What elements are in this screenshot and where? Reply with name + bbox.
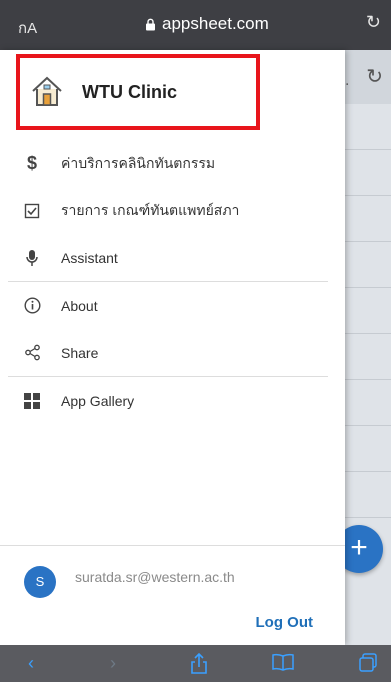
menu-item-label: App Gallery: [61, 392, 135, 409]
reader-button[interactable]: กA: [18, 16, 37, 40]
background-row: [345, 472, 391, 518]
separator-dot: .: [345, 72, 350, 89]
background-row: [345, 150, 391, 196]
tabs-icon[interactable]: [358, 653, 378, 678]
home-icon: [32, 76, 62, 106]
user-email: suratda.sr@western.ac.th: [75, 569, 235, 585]
browser-toolbar: ‹ ›: [0, 645, 391, 682]
background-row: [345, 288, 391, 334]
bookmarks-icon[interactable]: [272, 653, 294, 676]
url-field[interactable]: appsheet.com: [145, 14, 269, 34]
footer-divider: [0, 545, 345, 546]
menu-item-label: About: [61, 297, 98, 314]
dollar-icon: $: [26, 153, 37, 173]
back-icon[interactable]: ‹: [28, 653, 34, 674]
lock-icon: [146, 18, 155, 30]
background-row: [345, 104, 391, 150]
info-icon: [22, 296, 42, 316]
app-title: WTU Clinic: [82, 81, 177, 102]
menu-item-share[interactable]: Share: [0, 329, 345, 376]
menu-item-service-fees[interactable]: $ ค่าบริการคลินิกทันตกรรม: [0, 140, 345, 187]
url-text: appsheet.com: [162, 14, 269, 33]
drawer-menu: $ ค่าบริการคลินิกทันตกรรม รายการ เกณฑ์ทั…: [0, 140, 345, 424]
background-row: [345, 380, 391, 426]
background-row: [345, 426, 391, 472]
share-icon: [22, 343, 42, 363]
share-sheet-icon[interactable]: [190, 652, 208, 680]
menu-item-app-gallery[interactable]: App Gallery: [0, 377, 345, 424]
navigation-drawer: WTU Clinic $ ค่าบริการคลินิกทันตกรรม ราย…: [0, 50, 345, 645]
drawer-header[interactable]: WTU Clinic: [16, 54, 260, 130]
sync-icon[interactable]: ↻: [366, 64, 383, 89]
avatar[interactable]: S: [24, 566, 56, 598]
reload-icon[interactable]: ↻: [366, 12, 381, 33]
menu-item-criteria-list[interactable]: รายการ เกณฑ์ทันตแพทย์สภา: [0, 187, 345, 234]
microphone-icon: [22, 248, 42, 268]
background-header: . ↻: [345, 50, 391, 104]
checkbox-icon: [22, 201, 42, 221]
menu-item-about[interactable]: About: [0, 282, 345, 329]
logout-button[interactable]: Log Out: [256, 614, 313, 631]
background-row: [345, 334, 391, 380]
background-row: [345, 196, 391, 242]
browser-address-bar: กA appsheet.com ↻: [0, 0, 391, 50]
menu-item-label: ค่าบริการคลินิกทันตกรรม: [61, 154, 216, 171]
app-gallery-icon: [22, 391, 42, 411]
menu-item-assistant[interactable]: Assistant: [0, 234, 345, 281]
menu-item-label: Share: [61, 344, 99, 361]
forward-icon[interactable]: ›: [110, 653, 116, 674]
background-row: [345, 242, 391, 288]
menu-item-label: รายการ เกณฑ์ทันตแพทย์สภา: [61, 201, 240, 218]
menu-item-label: Assistant: [61, 249, 118, 266]
